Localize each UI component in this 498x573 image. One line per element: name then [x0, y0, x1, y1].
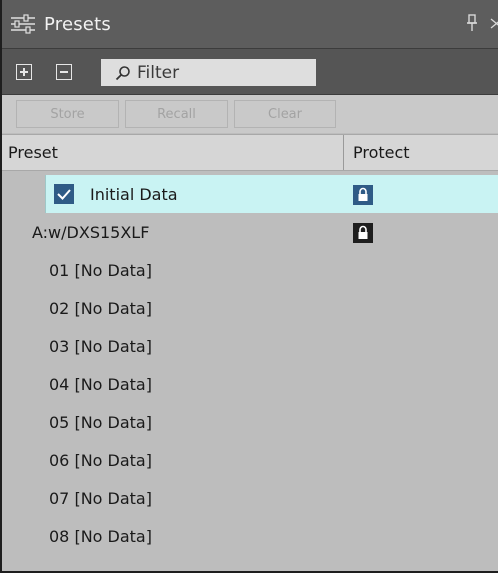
preset-row-initial-data[interactable]: Initial Data	[45, 175, 498, 213]
preset-name: 01 [No Data]	[49, 261, 152, 280]
title-bar: Presets	[2, 0, 498, 49]
filter-box[interactable]	[101, 59, 316, 86]
preset-row[interactable]: 05 [No Data]	[2, 403, 498, 441]
panel-title: Presets	[44, 13, 111, 35]
preset-row[interactable]: 06 [No Data]	[2, 441, 498, 479]
recall-button[interactable]: Recall	[125, 100, 228, 128]
preset-name: 07 [No Data]	[49, 489, 152, 508]
column-header-protect[interactable]: Protect	[345, 135, 498, 170]
search-icon	[115, 65, 130, 80]
preset-name: A:w/DXS15XLF	[32, 223, 150, 242]
preset-name: 05 [No Data]	[49, 413, 152, 432]
check-icon	[57, 189, 71, 200]
preset-row[interactable]: 04 [No Data]	[2, 365, 498, 403]
preset-name: 02 [No Data]	[49, 299, 152, 318]
lock-icon[interactable]	[353, 185, 373, 205]
preset-row[interactable]: A:w/DXS15XLF	[2, 213, 498, 251]
preset-row[interactable]: 07 [No Data]	[2, 479, 498, 517]
expand-all-button[interactable]	[16, 64, 32, 80]
filter-input[interactable]	[137, 62, 307, 83]
preset-name: 04 [No Data]	[49, 375, 152, 394]
clear-button[interactable]: Clear	[234, 100, 336, 128]
sliders-icon	[11, 14, 35, 34]
store-button[interactable]: Store	[16, 100, 119, 128]
lock-icon[interactable]	[353, 223, 373, 243]
pin-icon[interactable]	[466, 14, 478, 32]
preset-name: Initial Data	[90, 185, 178, 204]
action-bar: Store Recall Clear	[2, 95, 498, 133]
close-icon[interactable]	[490, 16, 498, 30]
preset-row[interactable]: 02 [No Data]	[2, 289, 498, 327]
preset-name: 08 [No Data]	[49, 527, 152, 546]
preset-row[interactable]: 03 [No Data]	[2, 327, 498, 365]
presets-panel: Presets Store Recall Clear Preset	[0, 0, 498, 573]
preset-row[interactable]: 01 [No Data]	[2, 251, 498, 289]
column-header-preset[interactable]: Preset	[2, 135, 344, 170]
preset-name: 06 [No Data]	[49, 451, 152, 470]
table-header: Preset Protect	[2, 134, 498, 171]
preset-name: 03 [No Data]	[49, 337, 152, 356]
preset-row[interactable]: 08 [No Data]	[2, 517, 498, 555]
checkbox[interactable]	[54, 184, 74, 204]
collapse-all-button[interactable]	[56, 64, 72, 80]
